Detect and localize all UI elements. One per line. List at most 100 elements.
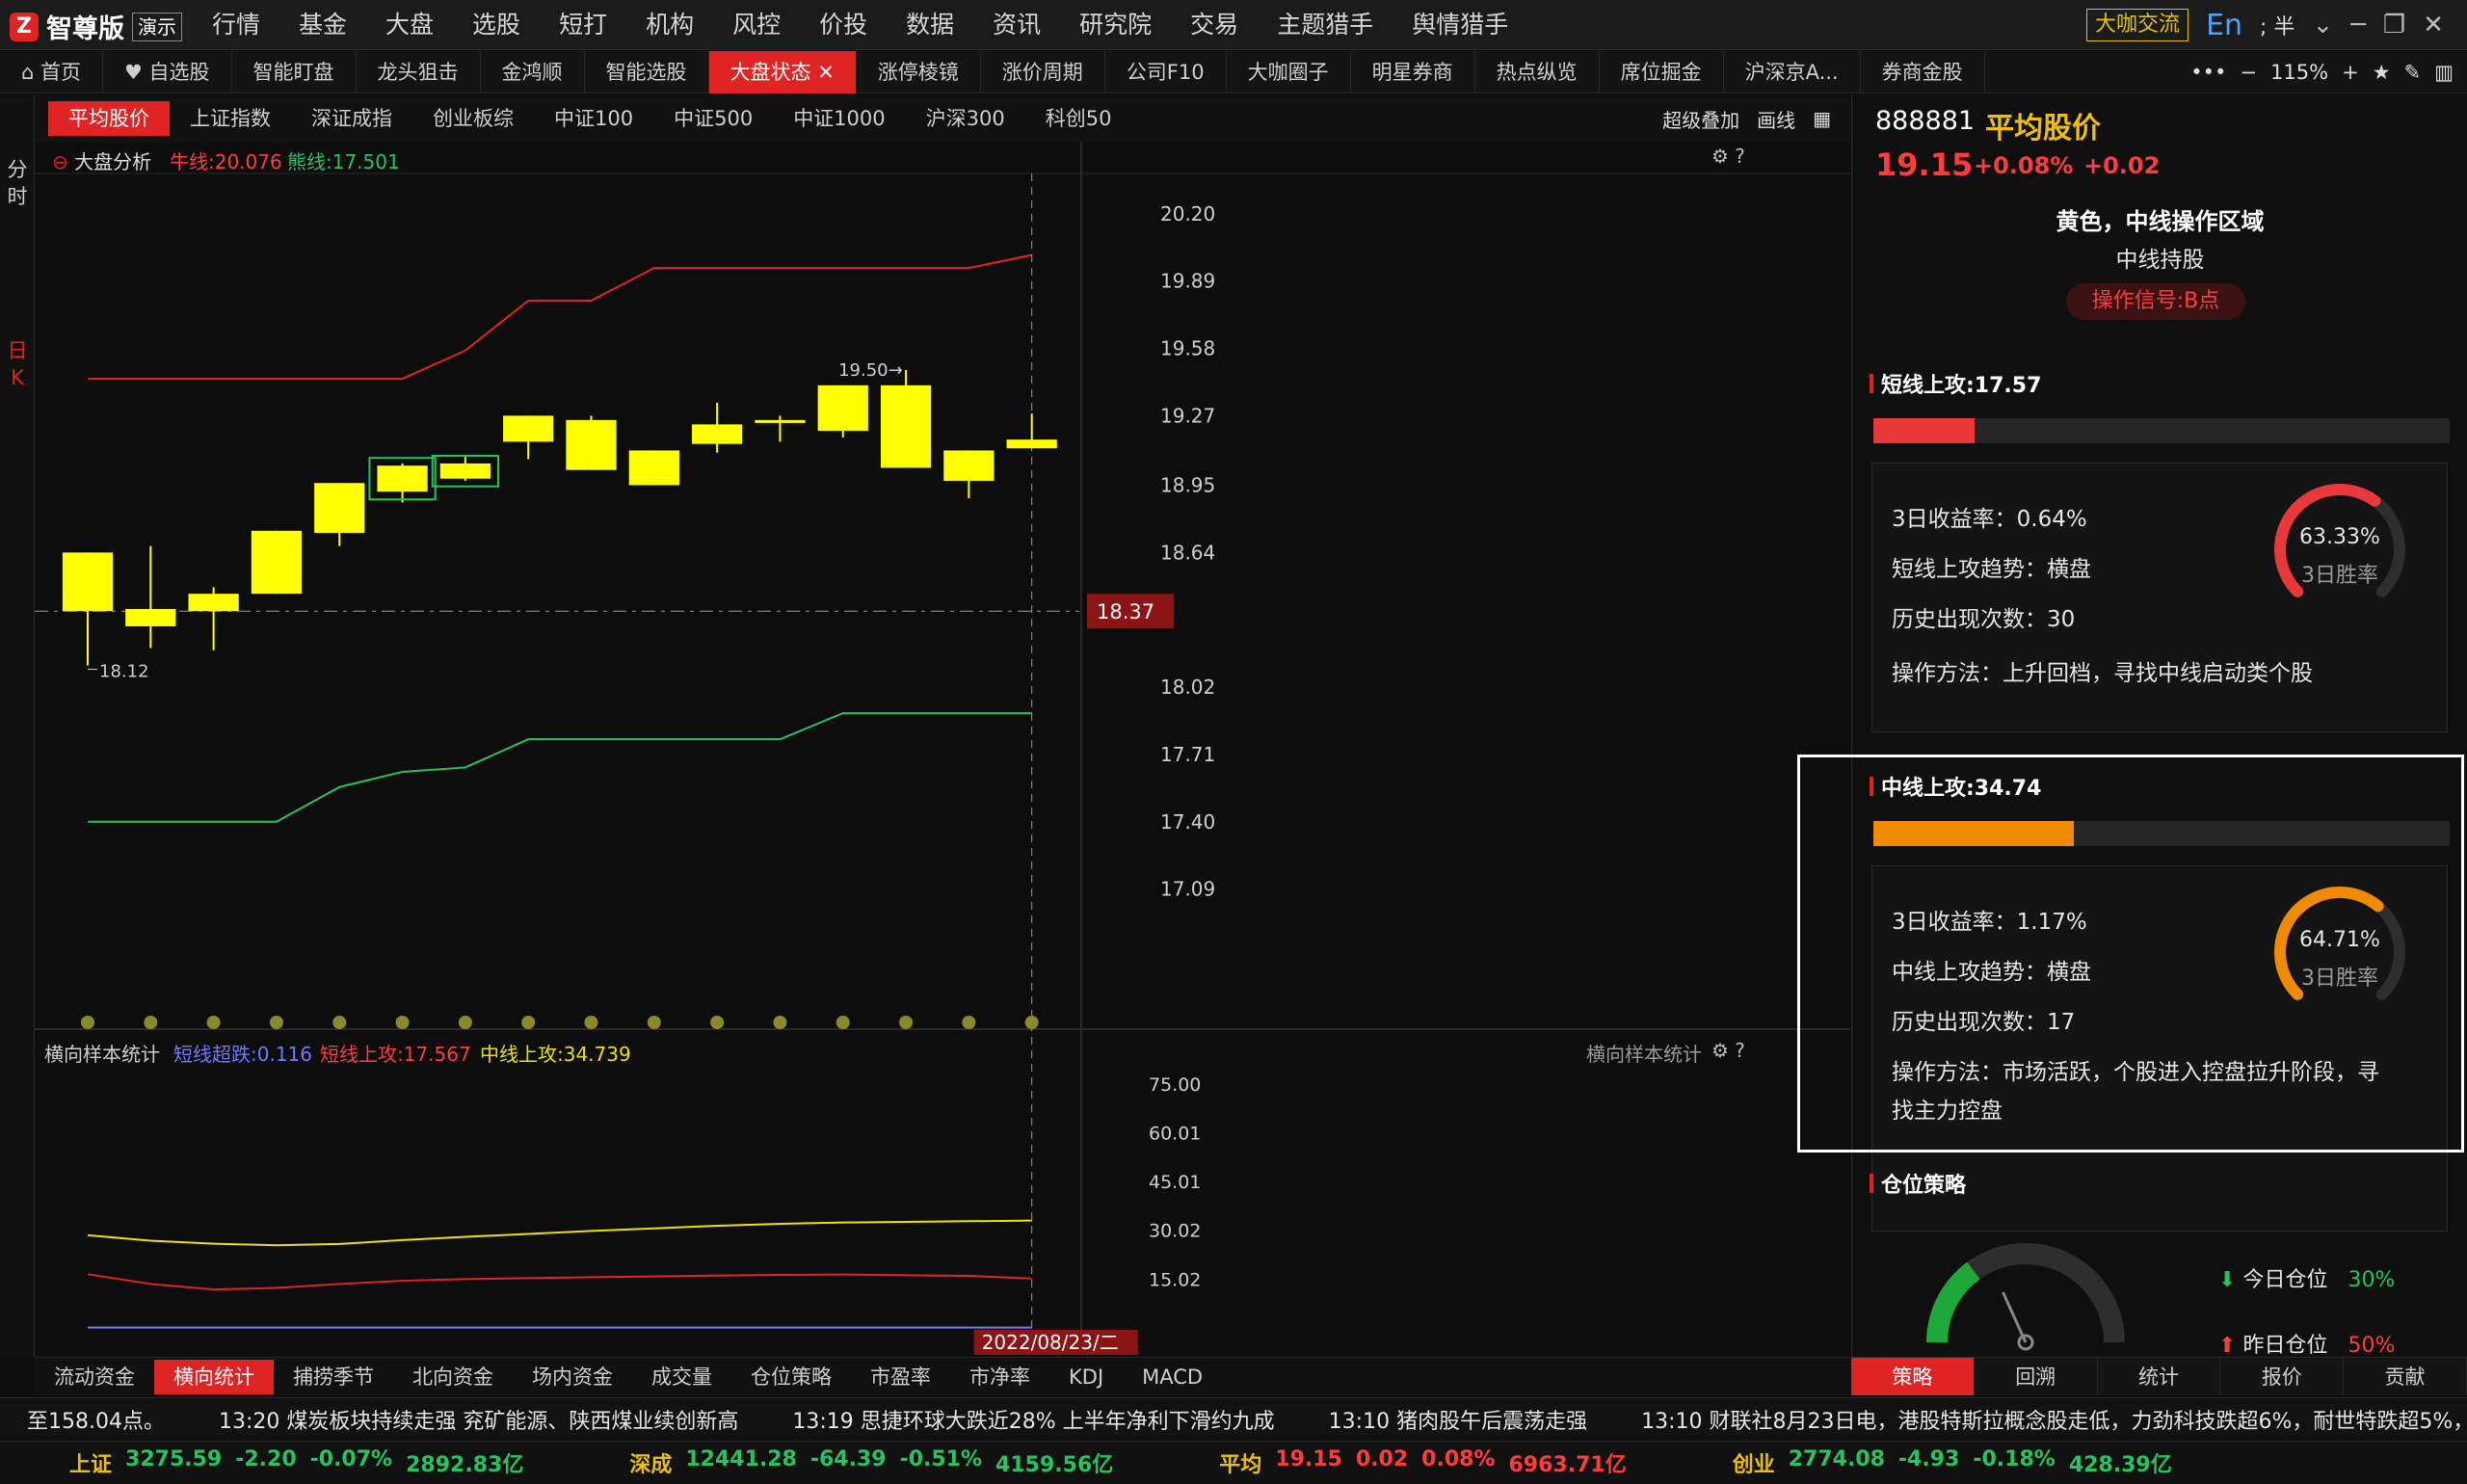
candle-body[interactable]	[251, 530, 303, 595]
candle-body[interactable]	[314, 483, 365, 534]
index-status[interactable]: 上证 3275.59 -2.20 -0.07% 2892.83亿	[0, 1447, 560, 1478]
index-tab[interactable]: 沪深300	[906, 101, 1025, 136]
candle-body[interactable]	[817, 384, 868, 432]
panel-tab[interactable]: 贡献	[2344, 1358, 2467, 1395]
panel-tab[interactable]: 报价	[2220, 1358, 2345, 1395]
news-item[interactable]: 13:20 煤炭板块持续走强 兖矿能源、陕西煤业续创新高	[192, 1404, 765, 1435]
candle-body[interactable]	[628, 450, 679, 486]
menu-item[interactable]: 资讯	[973, 0, 1060, 50]
index-tab[interactable]: 中证100	[534, 101, 653, 136]
dropdown-icon[interactable]: ⌄	[2312, 11, 2333, 40]
tab-close-icon[interactable]: ✕	[811, 61, 835, 84]
maximize-icon[interactable]: ❐	[2383, 11, 2405, 40]
tab-item[interactable]: 沪深京A...	[1724, 50, 1861, 93]
tab-item[interactable]: ♥ 自选股	[103, 50, 232, 93]
candle-body[interactable]	[503, 415, 554, 442]
period-shi[interactable]: 时	[6, 183, 29, 210]
index-tab[interactable]: 上证指数	[170, 101, 291, 136]
menu-item[interactable]: 选股	[453, 0, 540, 50]
kline-chart[interactable]: 20.20 19.89 19.58 19.27 18.95 18.64 18.02 17.71…	[35, 143, 1850, 1355]
news-item[interactable]: 13:10 猪肉股午后震荡走强	[1302, 1404, 1614, 1435]
menu-item[interactable]: 交易	[1171, 0, 1258, 50]
menu-item[interactable]: 短打	[540, 0, 626, 50]
index-tab[interactable]: 科创50	[1025, 101, 1132, 136]
indicator-tab[interactable]: 市盈率	[851, 1360, 950, 1394]
tab-item[interactable]: 热点纵览	[1475, 50, 1600, 93]
period-ri[interactable]: 日	[6, 337, 29, 364]
candle-body[interactable]	[188, 594, 239, 612]
candle-body[interactable]	[692, 424, 743, 444]
indicator-tab[interactable]: 捕捞季节	[274, 1360, 393, 1394]
tab-item[interactable]: 智能盯盘	[232, 50, 357, 93]
draw-line-button[interactable]: 画线	[1757, 105, 1795, 133]
index-tab[interactable]: 平均股价	[48, 101, 170, 136]
menu-item[interactable]: 研究院	[1060, 0, 1171, 50]
indicator-tab[interactable]: 北向资金	[393, 1360, 513, 1394]
tab-item[interactable]: 公司F10	[1105, 50, 1227, 93]
menu-item[interactable]: 主题猎手	[1258, 0, 1393, 50]
period-fen[interactable]: 分	[6, 156, 29, 183]
candle-body[interactable]	[755, 419, 806, 423]
panel-tab[interactable]: 统计	[2098, 1358, 2221, 1395]
layout-icon[interactable]: ▥	[2434, 61, 2454, 84]
tab-item[interactable]: 明星券商	[1351, 50, 1475, 93]
ime-mode[interactable]: ; 半	[2260, 10, 2295, 40]
sub-settings-icon[interactable]: ⚙ ?	[1711, 1039, 1745, 1062]
index-tab[interactable]: 中证1000	[773, 101, 905, 136]
tab-item[interactable]: 涨价周期	[981, 50, 1105, 93]
news-item[interactable]: 至158.04点。	[0, 1404, 192, 1435]
menu-item[interactable]: 风控	[713, 0, 800, 50]
close-icon[interactable]: ✕	[2423, 11, 2444, 40]
tab-item[interactable]: 大咖圈子	[1227, 50, 1351, 93]
tab-item[interactable]: 券商金股	[1861, 50, 1985, 93]
collapse-icon[interactable]: ⊖	[52, 150, 68, 173]
tab-item[interactable]: 智能选股	[585, 50, 709, 93]
tab-item[interactable]: 涨停棱镜	[857, 50, 981, 93]
menu-item[interactable]: 基金	[279, 0, 366, 50]
tab-item[interactable]: ⌂ 首页	[0, 50, 104, 93]
indicator-tab[interactable]: 仓位策略	[731, 1360, 851, 1394]
panel-tab[interactable]: 回溯	[1975, 1358, 2098, 1395]
menu-item[interactable]: 大盘	[366, 0, 453, 50]
candle-body[interactable]	[566, 419, 617, 470]
overlay-button[interactable]: 超级叠加	[1662, 105, 1739, 133]
candle-body[interactable]	[62, 552, 114, 612]
menu-item[interactable]: 价投	[800, 0, 887, 50]
chart-area[interactable]: 20.20 19.89 19.58 19.27 18.95 18.64 18.02 17.71…	[35, 143, 1850, 1355]
tab-item[interactable]: 席位掘金	[1600, 50, 1724, 93]
menu-item[interactable]: 舆情猎手	[1393, 0, 1527, 50]
period-k[interactable]: K	[6, 364, 29, 391]
cafe-button[interactable]: 大咖交流	[2086, 9, 2189, 41]
settings-icon[interactable]: ⚙ ?	[1711, 145, 1745, 168]
minimize-icon[interactable]: ─	[2350, 11, 2366, 40]
candle-body[interactable]	[1006, 439, 1057, 449]
index-status[interactable]: 平均 19.15 0.02 0.08% 6963.71亿	[1150, 1447, 1662, 1478]
candle-body[interactable]	[125, 608, 176, 626]
menu-item[interactable]: 行情	[193, 0, 279, 50]
candle-body[interactable]	[377, 465, 428, 492]
candle-body[interactable]	[439, 463, 491, 479]
grid-icon[interactable]: ▦	[1813, 107, 1831, 130]
tab-item[interactable]: 大盘状态 ✕	[708, 50, 857, 93]
news-item[interactable]: 13:10 财联社8月23日电，港股特斯拉概念股走低，力劲科技跌超6%，耐世特跌…	[1614, 1404, 2467, 1435]
candle-body[interactable]	[943, 450, 995, 481]
zoom-out-icon[interactable]: −	[2240, 61, 2257, 84]
candle-body[interactable]	[880, 384, 932, 468]
indicator-tab[interactable]: 场内资金	[513, 1360, 632, 1394]
pen-icon[interactable]: ✎	[2404, 61, 2422, 84]
index-status[interactable]: 创业 2774.08 -4.93 -0.18% 428.39亿	[1663, 1447, 2209, 1478]
menu-item[interactable]: 机构	[626, 0, 713, 50]
indicator-tab[interactable]: 成交量	[632, 1360, 731, 1394]
tab-item[interactable]: 金鸿顺	[481, 50, 585, 93]
ime-indicator[interactable]: En	[2206, 9, 2242, 42]
indicator-tab[interactable]: KDJ	[1049, 1360, 1123, 1394]
menu-item[interactable]: 数据	[887, 0, 973, 50]
tab-item[interactable]: 龙头狙击	[357, 50, 481, 93]
index-tab[interactable]: 深证成指	[291, 101, 412, 136]
news-item[interactable]: 13:19 思捷环球大跌近28% 上半年净利下滑约九成	[765, 1404, 1301, 1435]
indicator-tab[interactable]: 流动资金	[35, 1360, 154, 1394]
indicator-tab[interactable]: MACD	[1123, 1360, 1222, 1394]
index-tab[interactable]: 创业板综	[412, 101, 534, 136]
panel-tab[interactable]: 策略	[1851, 1358, 1975, 1395]
indicator-tab[interactable]: 横向统计	[154, 1359, 274, 1394]
